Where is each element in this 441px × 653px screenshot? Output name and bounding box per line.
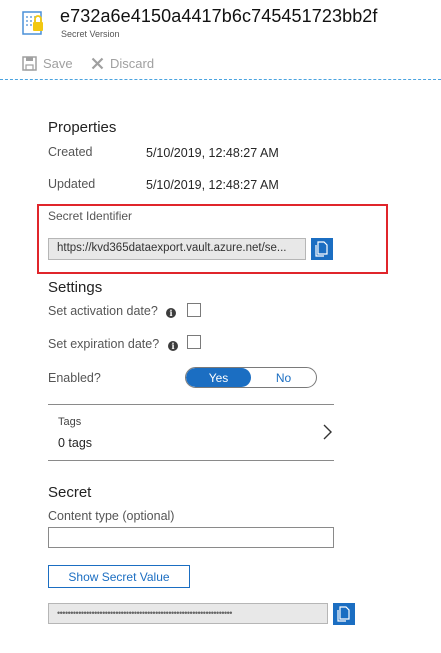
info-icon[interactable]: i [166,308,176,318]
tags-label: Tags [58,416,82,428]
expiration-date-checkbox[interactable] [187,335,201,349]
show-secret-value-button[interactable]: Show Secret Value [48,565,190,588]
copy-icon [337,606,350,622]
tags-row[interactable]: Tags 0 tags [48,405,334,460]
save-button[interactable]: Save [22,53,73,73]
copy-identifier-button[interactable] [311,238,333,260]
created-label: Created [48,145,93,159]
enabled-yes-option[interactable]: Yes [186,368,251,387]
activation-date-label: Set activation date? [48,304,158,318]
updated-value: 5/10/2019, 12:48:27 AM [146,178,279,192]
copy-secret-button[interactable] [333,603,355,625]
enabled-toggle[interactable]: Yes No [185,367,317,388]
content-type-input[interactable] [48,527,334,548]
key-vault-secret-icon [22,8,44,36]
discard-button-label: Discard [110,55,155,71]
page-title: e732a6e4150a4417b6c745451723bb2f [60,6,378,26]
updated-label: Updated [48,177,96,191]
secret-identifier-field[interactable]: https://kvd365dataexport.vault.azure.net… [48,238,306,260]
close-icon [91,57,104,69]
enabled-label: Enabled? [48,371,101,385]
enabled-no-option[interactable]: No [251,368,316,387]
settings-heading: Settings [48,279,103,296]
secret-identifier-label: Secret Identifier [48,209,133,223]
tags-value: 0 tags [58,436,93,450]
divider [48,460,334,461]
page-subtitle: Secret Version [61,29,120,39]
info-icon[interactable]: i [168,341,178,351]
copy-icon [315,241,328,257]
save-icon [22,55,37,71]
created-value: 5/10/2019, 12:48:27 AM [146,146,279,160]
expiration-date-label: Set expiration date? [48,337,160,351]
properties-heading: Properties [48,119,117,136]
save-button-label: Save [43,55,73,71]
chevron-right-icon [321,424,333,440]
secret-value-field[interactable]: ••••••••••••••••••••••••••••••••••••••••… [48,603,328,624]
discard-button[interactable]: Discard [91,53,154,73]
content-type-label: Content type (optional) [48,509,175,523]
activation-date-checkbox[interactable] [187,303,201,317]
secret-heading: Secret [48,484,92,501]
toolbar-divider [0,79,441,80]
